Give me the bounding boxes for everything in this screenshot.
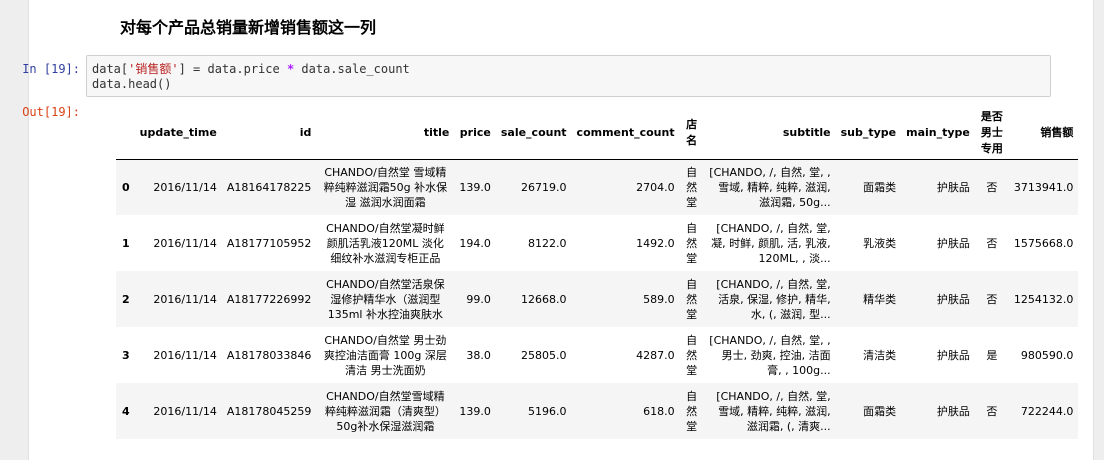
cell-sale-count: 5196.0: [528, 404, 567, 418]
cell-shop: 自然堂: [686, 277, 698, 321]
cell-male: 否: [986, 236, 998, 250]
cell-main-type: 护肤品: [936, 348, 970, 362]
cell-sale-count: 26719.0: [521, 180, 567, 194]
cell-sale-count: 8122.0: [528, 236, 567, 250]
input-prompt: In [19]:: [22, 62, 80, 76]
column-header: subtitle: [782, 125, 831, 139]
column-header: id: [299, 125, 312, 139]
cell-title: CHANDO/自然堂雪域精粹纯粹滋润霜（清爽型）50g补水保湿滋润霜: [324, 389, 446, 433]
table-row: 4 2016/11/14 A18178045259 CHANDO/自然堂雪域精粹…: [116, 383, 1079, 439]
cell-price: 38.0: [466, 348, 491, 362]
code-string: '销售额': [128, 62, 179, 76]
cell-update-time: 2016/11/14: [153, 404, 217, 418]
row-index: 3: [122, 348, 130, 362]
table-row: 2 2016/11/14 A18177226992 CHANDO/自然堂活泉保湿…: [116, 271, 1079, 327]
column-header: 是否男士专用: [980, 110, 1003, 156]
cell-subtitle: [CHANDO, /, 自然, 堂, 凝, 时鲜, 颜肌, 活, 乳液, 120…: [711, 221, 831, 265]
cell-sale-count: 12668.0: [521, 292, 567, 306]
cell-update-time: 2016/11/14: [153, 180, 217, 194]
cell-price: 139.0: [459, 180, 491, 194]
cell-price: 99.0: [466, 292, 491, 306]
code-token: data[: [92, 62, 129, 76]
cell-male: 否: [986, 404, 998, 418]
column-header-index: [116, 106, 135, 159]
cell-comment-count: 2704.0: [636, 180, 675, 194]
cell-subtitle: [CHANDO, /, 自然, 堂, , 雪域, 精粹, 纯粹, 滋润, 滋润霜…: [709, 165, 831, 209]
cell-id: A18177226992: [226, 292, 312, 306]
column-header: comment_count: [576, 125, 675, 139]
cell-main-type: 护肤品: [936, 180, 970, 194]
cell-male: 否: [986, 292, 998, 306]
table-header-row: update_time id title price sale_count co…: [116, 106, 1079, 159]
cell-shop: 自然堂: [686, 221, 698, 265]
code-token: data.sale_count: [294, 62, 410, 76]
cell-id: A18164178225: [226, 180, 312, 194]
cell-subtitle: [CHANDO, /, 自然, 堂, 活泉, 保湿, 修护, 精华, 水, (,…: [716, 277, 831, 321]
cell-sub-type: 精华类: [863, 292, 897, 306]
dataframe-table: update_time id title price sale_count co…: [116, 106, 1079, 439]
cell-shop: 自然堂: [686, 389, 698, 433]
column-header: sale_count: [500, 125, 567, 139]
column-header: 店名: [686, 118, 698, 148]
cell-sales: 980590.0: [1020, 348, 1074, 362]
cell-shop: 自然堂: [686, 333, 698, 377]
cell-id: A18178033846: [226, 348, 312, 362]
column-header: sub_type: [840, 125, 897, 139]
cell-price: 194.0: [459, 236, 491, 250]
cell-comment-count: 4287.0: [636, 348, 675, 362]
cell-title: CHANDO/自然堂凝时鲜颜肌活乳液120ML 淡化细纹补水滋润专柜正品: [326, 221, 445, 265]
cell-male: 是: [986, 348, 998, 362]
column-header: update_time: [139, 125, 217, 139]
cell-title: CHANDO/自然堂 男士劲爽控油洁面膏 100g 深层清洁 男士洗面奶: [323, 333, 447, 377]
column-header: 销售额: [1040, 126, 1074, 140]
cell-comment-count: 589.0: [643, 292, 675, 306]
cell-sub-type: 清洁类: [863, 348, 897, 362]
code-cell[interactable]: data['销售额'] = data.price * data.sale_cou…: [86, 55, 1051, 97]
cell-update-time: 2016/11/14: [153, 292, 217, 306]
code-line-2: data.head(): [92, 77, 172, 91]
cell-sales: 722244.0: [1020, 404, 1074, 418]
column-header: main_type: [906, 125, 970, 139]
cell-main-type: 护肤品: [936, 236, 970, 250]
output-area: update_time id title price sale_count co…: [116, 106, 1079, 439]
table-row: 3 2016/11/14 A18178033846 CHANDO/自然堂 男士劲…: [116, 327, 1078, 383]
markdown-heading: 对每个产品总销量新增销售额这一列: [120, 18, 377, 37]
cell-shop: 自然堂: [686, 165, 698, 209]
cell-id: A18177105952: [226, 236, 312, 250]
cell-title: CHANDO/自然堂 雪域精粹纯粹滋润霜50g 补水保湿 滋润水润面霜: [323, 165, 448, 209]
cell-main-type: 护肤品: [936, 292, 970, 306]
cell-price: 139.0: [459, 404, 491, 418]
cell-update-time: 2016/11/14: [153, 236, 217, 250]
cell-sub-type: 乳液类: [863, 236, 897, 250]
row-index: 4: [122, 404, 130, 418]
cell-subtitle: [CHANDO, /, 自然, 堂, 雪域, 精粹, 纯粹, 滋润, 滋润霜, …: [716, 389, 831, 433]
row-index: 2: [122, 292, 130, 306]
cell-subtitle: [CHANDO, /, 自然, 堂, , 男士, 劲爽, 控油, 洁面膏, , …: [709, 333, 831, 377]
cell-sale-count: 25805.0: [521, 348, 567, 362]
output-prompt: Out[19]:: [22, 105, 80, 119]
table-row: 1 2016/11/14 A18177105952 CHANDO/自然堂凝时鲜颜…: [116, 215, 1078, 271]
cell-title: CHANDO/自然堂活泉保湿修护精华水（滋润型135ml 补水控油爽肤水: [326, 277, 445, 321]
cell-sales: 3713941.0: [1013, 180, 1074, 194]
cell-update-time: 2016/11/14: [153, 348, 217, 362]
cell-sub-type: 面霜类: [863, 404, 897, 418]
column-header: title: [423, 125, 450, 139]
row-index: 1: [122, 236, 130, 250]
cell-sales: 1254132.0: [1013, 292, 1074, 306]
cell-id: A18178045259: [226, 404, 312, 418]
cell-comment-count: 618.0: [643, 404, 675, 418]
cell-comment-count: 1492.0: [636, 236, 675, 250]
cell-sub-type: 面霜类: [863, 180, 897, 194]
column-header: price: [459, 125, 491, 139]
table-row: 0 2016/11/14 A18164178225 CHANDO/自然堂 雪域精…: [116, 159, 1079, 215]
code-token: ] = data.price: [178, 62, 287, 76]
cell-main-type: 护肤品: [936, 404, 970, 418]
cell-male: 否: [986, 180, 998, 194]
row-index: 0: [122, 180, 130, 194]
cell-sales: 1575668.0: [1013, 236, 1074, 250]
